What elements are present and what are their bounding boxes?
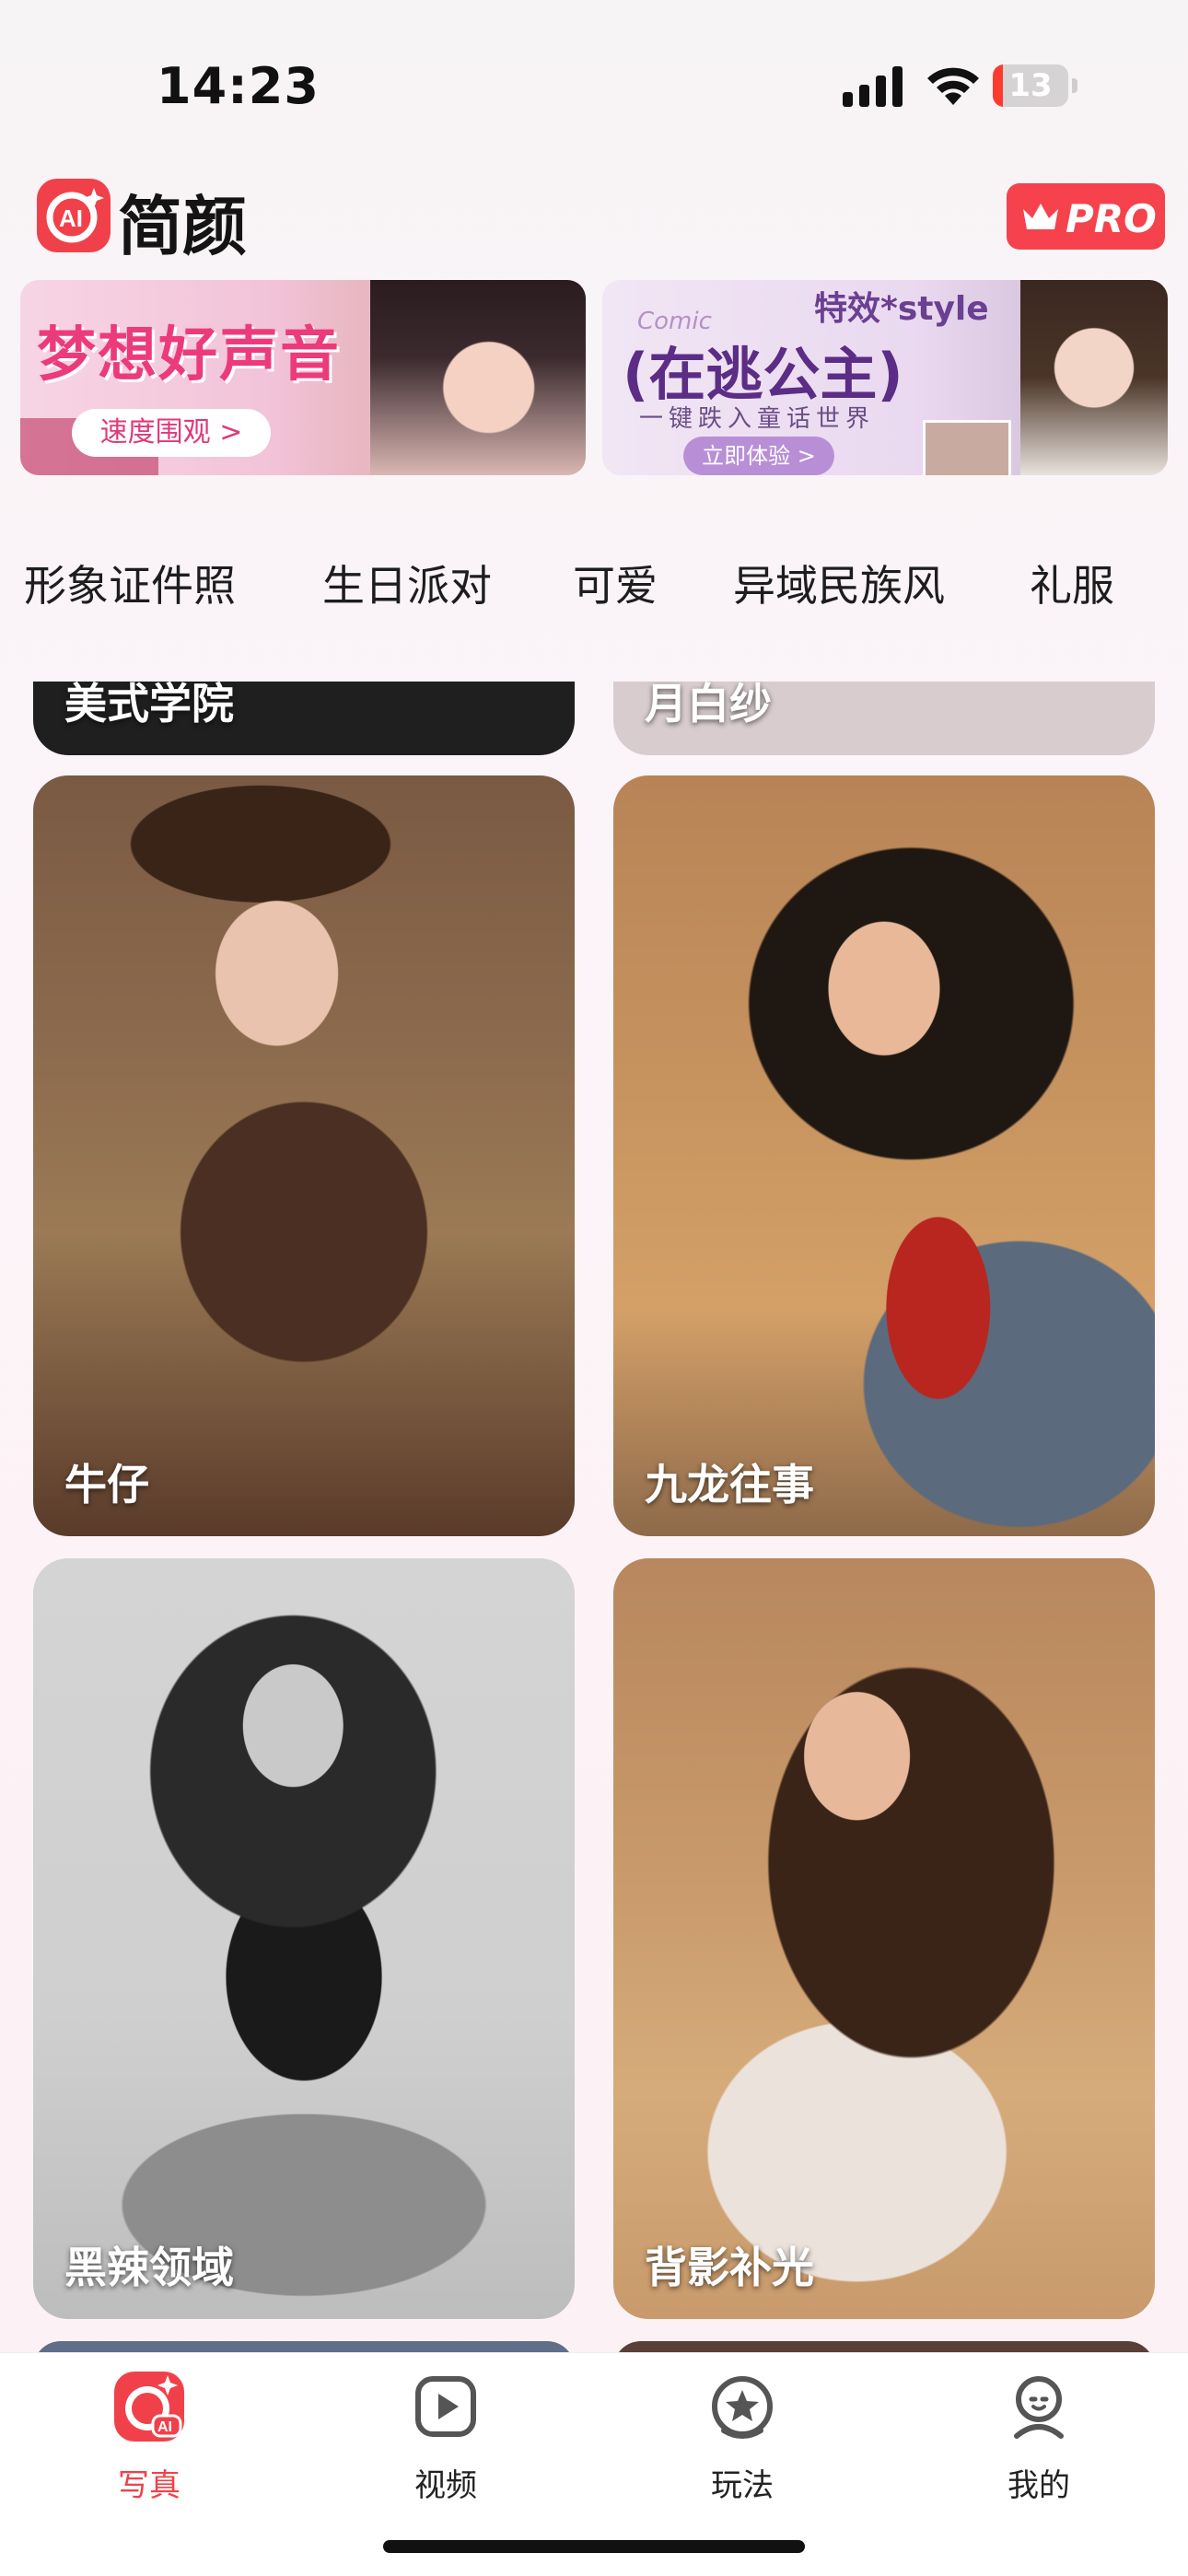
banner-cta-button[interactable]: 速度围观 > — [72, 409, 271, 457]
banner-photo — [1020, 280, 1168, 475]
svg-text:AI: AI — [157, 2419, 172, 2435]
pro-label: PRO — [1066, 196, 1157, 241]
style-card-cowboy[interactable]: 牛仔 — [33, 775, 575, 1536]
banner-tag: 特效*style — [814, 290, 989, 328]
status-time: 14:23 — [157, 57, 320, 115]
app-title: 简颜 — [118, 189, 247, 264]
tab-label: 我的 — [1007, 2467, 1070, 2504]
tab-label: 视频 — [414, 2467, 477, 2504]
tab-video[interactable]: 视频 — [372, 2370, 519, 2508]
play-icon — [415, 2376, 476, 2437]
style-card-partial[interactable]: 月白纱 — [613, 682, 1155, 755]
banner-photo — [370, 280, 586, 475]
app-logo: AI — [37, 179, 111, 252]
category-tabs: 形象证件照 生日派对 可爱 异域民族风 礼服 — [0, 553, 1188, 617]
logo-text: AI — [59, 204, 83, 232]
battery-indicator: 13 — [993, 64, 1077, 107]
style-card-label: 牛仔 — [64, 1460, 149, 1509]
tab-label: 玩法 — [711, 2467, 774, 2504]
tab-photo[interactable]: AI 写真 — [76, 2370, 223, 2508]
crown-icon — [1023, 204, 1058, 229]
style-card-partial[interactable]: 美式学院 — [33, 682, 575, 755]
banner-princess[interactable]: Comic 特效*style (在逃公主) 一键跌入童话世界 立即体验 > — [602, 280, 1168, 475]
battery-level-text: 13 — [1008, 67, 1053, 104]
wifi-icon — [927, 67, 979, 105]
style-card-label: 美式学院 — [64, 682, 234, 729]
style-card-label: 九龙往事 — [645, 1460, 814, 1509]
style-card-photo — [33, 1558, 575, 2319]
style-card-photo — [613, 1558, 1155, 2319]
star-icon — [712, 2376, 773, 2439]
style-card-photo — [613, 775, 1155, 1536]
ai-camera-icon: AI — [114, 2372, 184, 2442]
banner-subtitle: 一键跌入童话世界 — [639, 405, 876, 433]
home-indicator[interactable] — [383, 2540, 805, 2553]
style-card-label: 黑辣领域 — [64, 2243, 234, 2292]
style-card-photo — [33, 775, 575, 1536]
tab-profile[interactable]: 我的 — [965, 2370, 1112, 2508]
profile-icon — [1014, 2376, 1064, 2439]
style-card-backlight[interactable]: 背影补光 — [613, 1558, 1155, 2319]
style-card-label: 背影补光 — [645, 2243, 814, 2292]
status-bar: 14:23 13 — [0, 0, 1188, 175]
tab-label: 写真 — [118, 2467, 181, 2504]
category-tab-id-photo[interactable]: 形象证件照 — [24, 553, 236, 613]
banner-cta-button[interactable]: 立即体验 > — [683, 437, 834, 475]
category-tab-exotic[interactable]: 异域民族风 — [733, 553, 945, 613]
style-card-black-spicy[interactable]: 黑辣领域 — [33, 1558, 575, 2319]
banner-thumbnail — [923, 420, 1011, 475]
style-card-kowloon[interactable]: 九龙往事 — [613, 775, 1155, 1536]
style-card-label: 月白纱 — [645, 682, 772, 729]
tab-play[interactable]: 玩法 — [669, 2370, 816, 2508]
category-tab-birthday[interactable]: 生日派对 — [322, 553, 492, 613]
banner-title: (在逃公主) — [623, 341, 903, 408]
category-tab-gown[interactable]: 礼服 — [1030, 553, 1114, 613]
banner-title: 梦想好声音 — [37, 321, 341, 390]
category-tab-cute[interactable]: 可爱 — [573, 553, 658, 613]
banner-voice[interactable]: 梦想好声音 速度围观 > — [20, 280, 586, 475]
cellular-signal-icon — [843, 66, 903, 107]
pro-button[interactable]: PRO — [1007, 183, 1165, 250]
